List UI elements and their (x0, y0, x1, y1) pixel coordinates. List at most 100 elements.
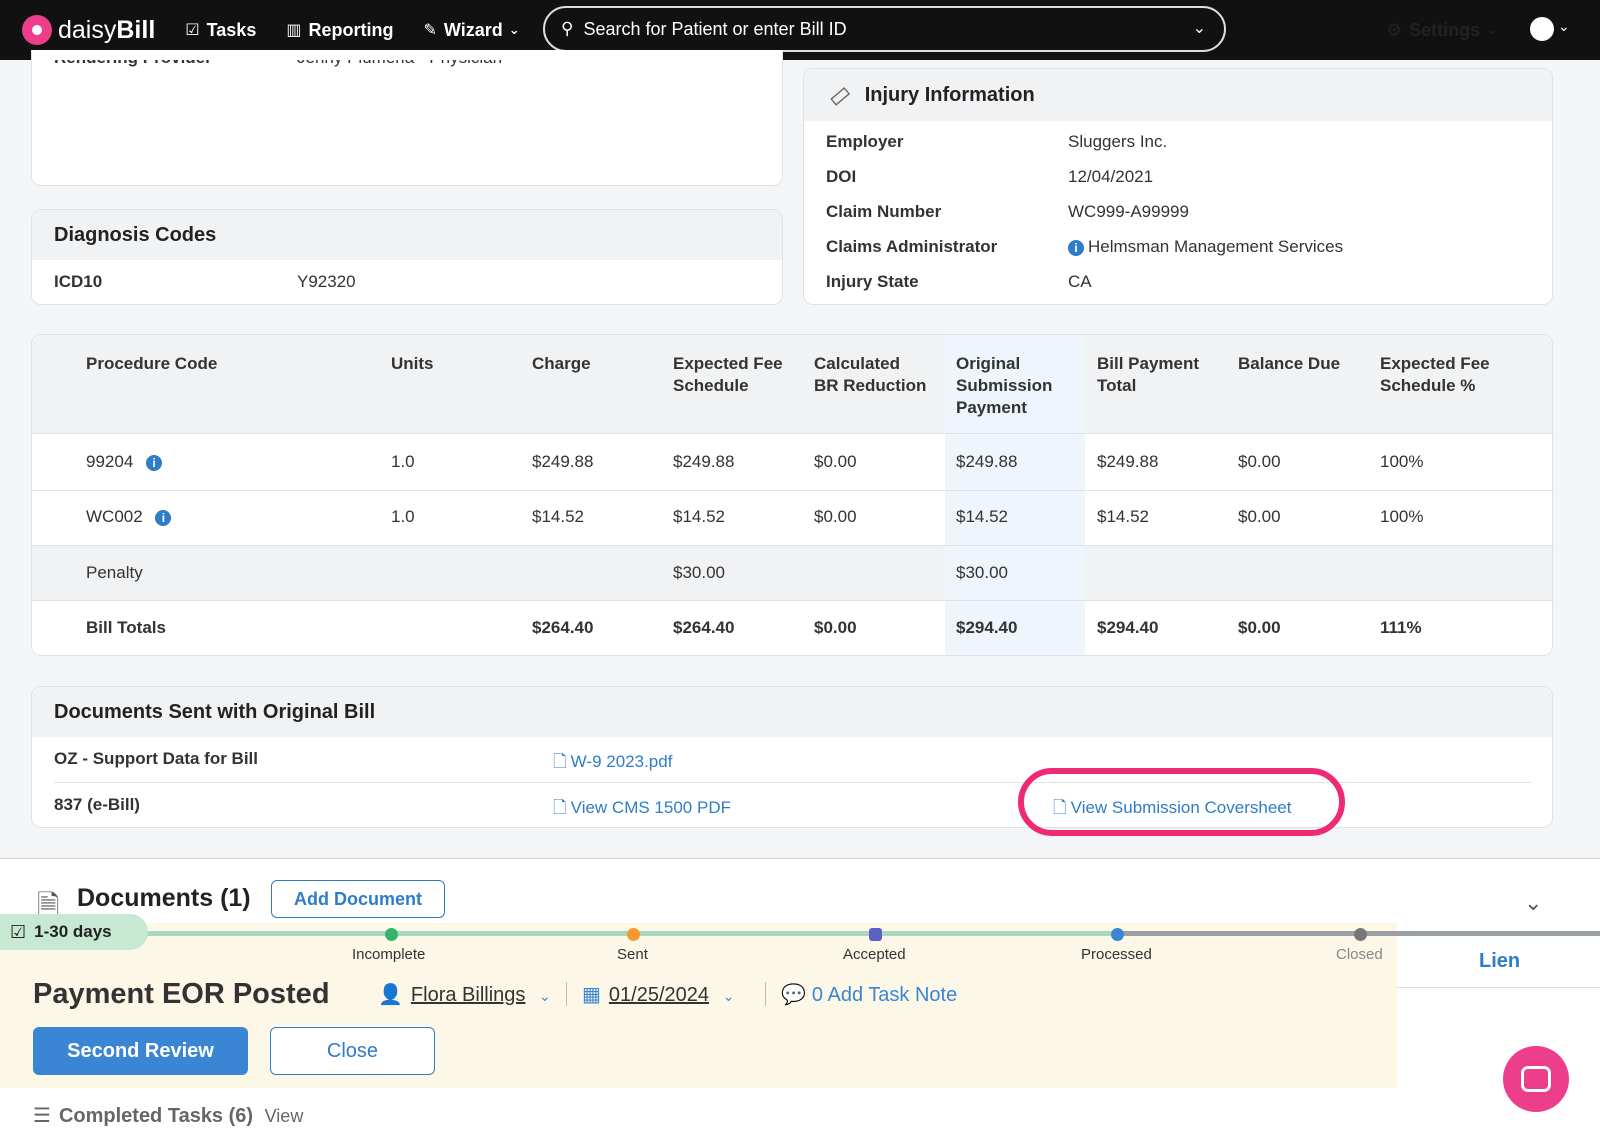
chevron-down-icon[interactable]: ⌄ (1193, 18, 1206, 38)
daisy-logo-icon (22, 15, 52, 45)
chevron-down-icon[interactable]: ⌄ (1524, 890, 1542, 916)
w9-link[interactable]: 🗋 W-9 2023.pdf (553, 749, 672, 778)
step-accepted[interactable]: Accepted (843, 946, 906, 963)
br-reduction-cell: $0.00 (814, 452, 857, 471)
info-icon[interactable]: i (146, 455, 163, 471)
due-date-value: 01/25/2024 (608, 984, 710, 1006)
total-bill-payment-cell: $294.40 (1097, 618, 1159, 637)
header-line: Schedule % (1380, 376, 1476, 395)
nav-tasks-label: Tasks (206, 19, 257, 40)
add-task-note-link[interactable]: 💬 0 Add Task Note (781, 982, 957, 1007)
injury-title: ▭ Injury Information (804, 69, 1552, 121)
info-icon: i (1068, 240, 1084, 256)
documents-title: Documents (1) (77, 884, 251, 912)
calendar-icon: ▦ (582, 984, 601, 1006)
user-avatar-icon[interactable] (1530, 17, 1554, 41)
col-header-bill-payment: Bill Payment Total (1097, 353, 1199, 397)
search-placeholder: Search for Patient or enter Bill ID (583, 18, 847, 39)
claim-number-value: WC999-A99999 (1068, 202, 1189, 221)
br-reduction-cell: $0.00 (814, 507, 857, 526)
step-processed-dot (1111, 928, 1124, 941)
expected-pct-cell: 100% (1380, 507, 1424, 526)
diagnosis-title: Diagnosis Codes (32, 210, 782, 260)
cms1500-link[interactable]: 🗋 View CMS 1500 PDF (553, 795, 731, 824)
claims-admin-link[interactable]: i Helmsman Management Services (1068, 237, 1343, 257)
icd-type-label: ICD10 (54, 272, 103, 291)
injury-state-label: Injury State (826, 272, 919, 291)
total-balance-due-cell: $0.00 (1238, 618, 1281, 637)
procedure-code: 99204 (86, 452, 134, 471)
header-line: Bill Payment (1097, 354, 1200, 373)
col-header-expected-fee: Expected Fee Schedule (673, 353, 783, 397)
header-line: Balance Due (1238, 354, 1341, 373)
due-date-dropdown[interactable]: ▦ 01/25/2024 ⌄ (582, 982, 734, 1007)
col-header-br-reduction: Calculated BR Reduction (814, 353, 926, 397)
claim-number-label: Claim Number (826, 202, 942, 221)
add-document-button[interactable]: Add Document (271, 880, 445, 918)
header-line: Charge (532, 354, 591, 373)
nav-settings[interactable]: ⚙ Settings ⌄ (1386, 0, 1497, 60)
search-icon: ⚲ (561, 19, 574, 38)
injury-title-text: Injury Information (864, 83, 1035, 106)
info-icon[interactable]: i (155, 510, 172, 526)
tab-divider (1397, 987, 1600, 988)
penalty-original-cell: $30.00 (956, 563, 1008, 582)
header-line: BR Reduction (814, 376, 927, 395)
nav-reporting[interactable]: ▥ Reporting (286, 20, 393, 41)
expected-fee-cell: $14.52 (673, 507, 725, 526)
step-sent[interactable]: Sent (617, 946, 648, 963)
comment-icon: 💬 (781, 984, 806, 1006)
injury-state-value: CA (1068, 272, 1092, 291)
icd-code-value: Y92320 (297, 272, 356, 291)
completed-tasks-toggle[interactable]: ☰ Completed Tasks (6) View (33, 1103, 303, 1128)
add-document-label: Add Document (294, 888, 422, 909)
pdf-file-icon: 🗋 (553, 798, 567, 817)
pdf-file-icon: 🗋 (553, 752, 567, 771)
rendering-provider-value: Jenny Plumeria - Physician (297, 48, 503, 67)
lien-tab[interactable]: Lien (1479, 950, 1520, 973)
nav-wizard-label: Wizard (443, 19, 503, 40)
row-divider (32, 600, 1554, 601)
assignee-dropdown[interactable]: 👤 Flora Billings ⌄ (378, 982, 551, 1007)
step-processed[interactable]: Processed (1081, 946, 1152, 963)
magic-wand-icon: ✎ (423, 22, 437, 39)
doi-value: 12/04/2021 (1068, 167, 1154, 186)
table-row: WC002 i (86, 506, 172, 528)
doi-label: DOI (826, 167, 857, 186)
nav-wizard[interactable]: ✎ Wizard ⌄ (423, 20, 519, 41)
col-header-balance-due: Balance Due (1238, 353, 1340, 375)
gear-icon: ⚙ (1386, 19, 1403, 40)
header-line: Calculated (814, 354, 900, 373)
separator (765, 982, 766, 1006)
search-input[interactable]: ⚲ Search for Patient or enter Bill ID ⌄ (543, 6, 1226, 52)
charge-cell: $249.88 (532, 452, 594, 471)
list-icon: ☰ (33, 1105, 51, 1127)
total-expected-pct-cell: 111% (1380, 618, 1422, 637)
chevron-down-icon[interactable]: ⌄ (1558, 18, 1570, 35)
step-incomplete[interactable]: Incomplete (352, 946, 425, 963)
total-br-reduction-cell: $0.00 (814, 618, 857, 637)
penalty-expected-cell: $30.00 (673, 563, 725, 582)
nav-tasks[interactable]: ☑ Tasks (185, 20, 256, 41)
bar-chart-icon: ▥ (286, 22, 302, 39)
step-sent-dot (627, 928, 640, 941)
balance-due-cell: $0.00 (1238, 507, 1281, 526)
brand-prefix: daisy (58, 15, 117, 44)
col-header-charge: Charge (532, 353, 591, 375)
second-review-button[interactable]: Second Review (33, 1027, 248, 1075)
chat-launcher-button[interactable] (1503, 1046, 1569, 1112)
header-line: Expected Fee (673, 354, 783, 373)
close-button[interactable]: Close (270, 1027, 435, 1075)
header-line: Payment (956, 398, 1027, 417)
brand-logo[interactable]: daisy Bill (22, 15, 155, 45)
col-header-original-submission: Original Submission Payment (956, 353, 1052, 419)
header-line: Submission (956, 376, 1053, 395)
step-closed[interactable]: Closed (1336, 946, 1383, 963)
clipboard-icon: ☑ (185, 22, 200, 39)
completed-tasks-label: Completed Tasks (6) (58, 1105, 254, 1127)
bandage-icon: ▭ (821, 77, 857, 113)
docs-sent-title-text: Documents Sent with Original Bill (54, 700, 376, 723)
chevron-down-icon: ⌄ (1486, 22, 1498, 37)
row-divider (32, 545, 1554, 546)
completed-tasks-view-link[interactable]: View (265, 1106, 304, 1126)
